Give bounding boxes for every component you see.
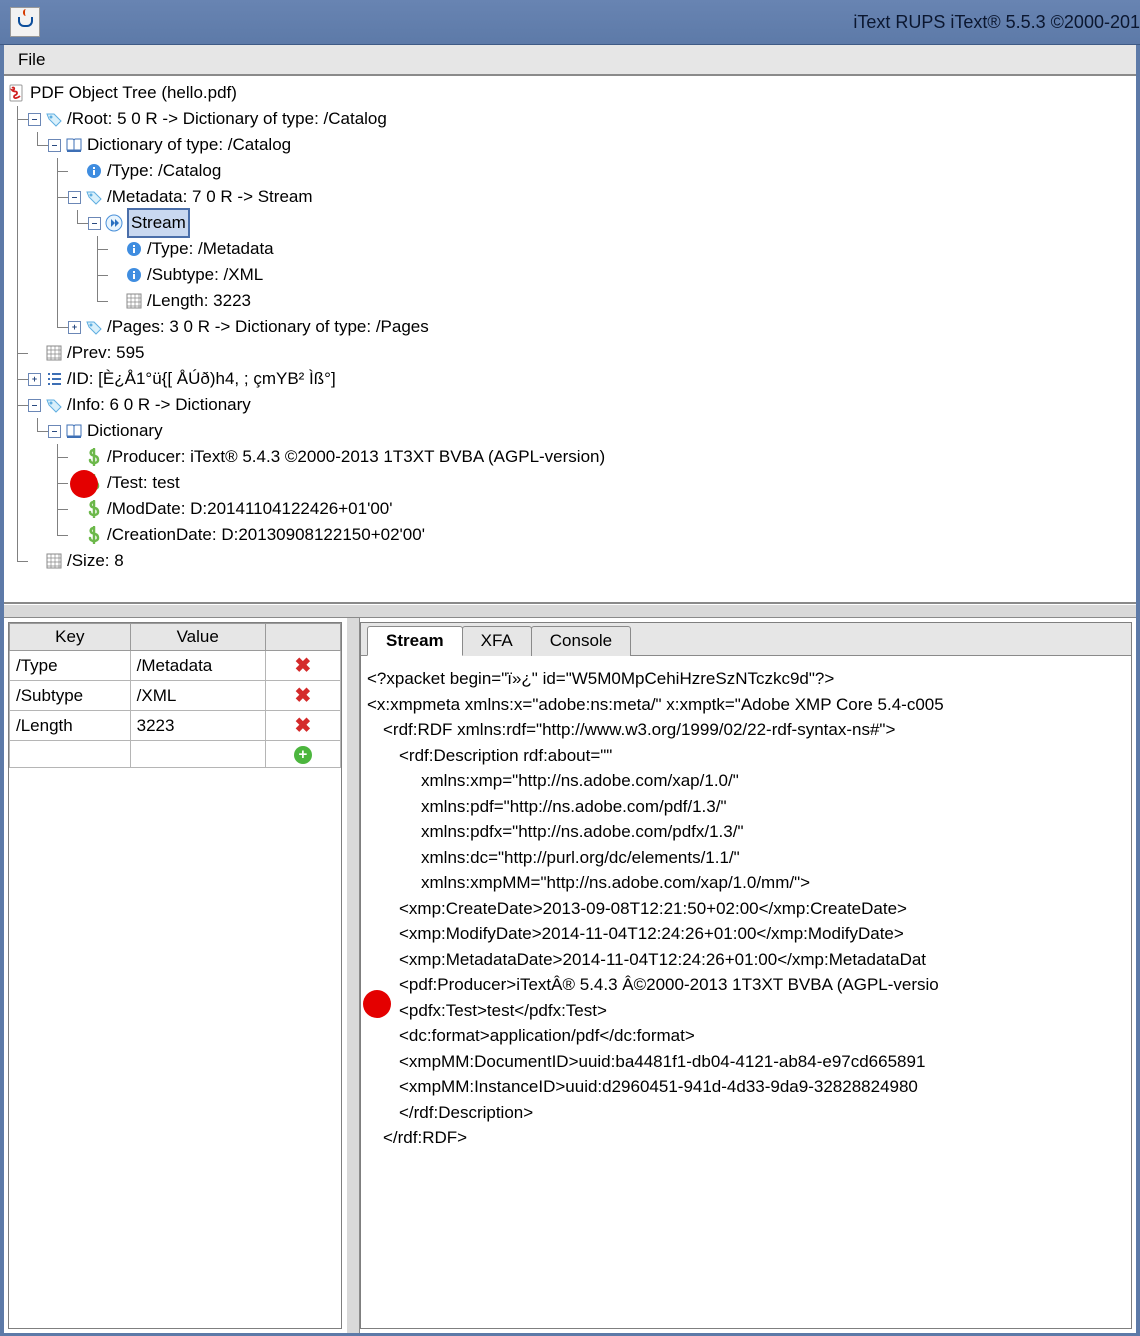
tree-node-moddate[interactable]: /ModDate: D:20141104122426+01'00' [8,496,1132,522]
toggle-icon[interactable] [88,217,101,230]
tree-node-pages-ref[interactable]: + /Pages: 3 0 R -> Dictionary of type: /… [8,314,1132,340]
vertical-splitter[interactable] [346,618,360,1333]
workarea: File PDF Object Tree (hello.pdf) /Root: … [0,45,1140,1336]
stream-line: <pdf:Producer>iTextÂ® 5.4.3 Â©2000-2013 … [367,972,1125,998]
stream-line: xmlns:xmp="http://ns.adobe.com/xap/1.0/" [367,768,1125,794]
stream-line: <xmp:ModifyDate>2014-11-04T12:24:26+01:0… [367,921,1125,947]
horizontal-splitter[interactable] [4,604,1136,618]
col-action [265,624,340,651]
tree-node-info-ref[interactable]: /Info: 6 0 R -> Dictionary [8,392,1132,418]
window-titlebar: iText RUPS iText® 5.5.3 ©2000-201 [0,0,1140,45]
tree-node-root-ref[interactable]: /Root: 5 0 R -> Dictionary of type: /Cat… [8,106,1132,132]
tab-console[interactable]: Console [531,626,631,656]
annotation-dot-icon [363,990,391,1018]
stream-line: xmlns:pdf="http://ns.adobe.com/pdf/1.3/" [367,794,1125,820]
stream-line: xmlns:xmpMM="http://ns.adobe.com/xap/1.0… [367,870,1125,896]
java-icon [10,7,40,37]
delete-icon[interactable]: ✖ [294,715,311,737]
tree-node-info-dict[interactable]: Dictionary [8,418,1132,444]
toggle-icon[interactable]: + [68,321,81,334]
stream-line: </rdf:RDF> [367,1125,1125,1151]
window-title: iText RUPS iText® 5.5.3 ©2000-201 [853,12,1140,33]
stream-line: xmlns:pdfx="http://ns.adobe.com/pdfx/1.3… [367,819,1125,845]
tree-node-catalog-type[interactable]: /Type: /Catalog [8,158,1132,184]
detail-pane: Stream XFA Console <?xpacket begin="ï»¿"… [360,622,1132,1329]
grid-icon [125,292,143,310]
toggle-icon[interactable] [48,139,61,152]
stream-line: <xmp:MetadataDate>2014-11-04T12:24:26+01… [367,947,1125,973]
info-icon [125,266,143,284]
tab-stream[interactable]: Stream [367,626,463,656]
tree-pane[interactable]: PDF Object Tree (hello.pdf) /Root: 5 0 R… [4,76,1136,604]
tree-node-size[interactable]: /Size: 8 [8,548,1132,574]
list-icon [45,370,63,388]
tree-node-stream-type[interactable]: /Type: /Metadata [8,236,1132,262]
table-row[interactable]: /Length 3223 ✖ [10,711,341,741]
pdf-icon [8,84,26,102]
stream-line: <xmpMM:InstanceID>uuid:d2960451-941d-4d3… [367,1074,1125,1100]
menu-file[interactable]: File [10,47,53,73]
tree-node-metadata-ref[interactable]: /Metadata: 7 0 R -> Stream [8,184,1132,210]
tree-node-prev[interactable]: /Prev: 595 [8,340,1132,366]
tag-icon [45,110,63,128]
stream-line: <dc:format>application/pdf</dc:format> [367,1023,1125,1049]
tree-node-creationdate[interactable]: /CreationDate: D:20130908122150+02'00' [8,522,1132,548]
toggle-icon[interactable] [28,399,41,412]
toggle-icon[interactable] [48,425,61,438]
pdf-object-tree: PDF Object Tree (hello.pdf) /Root: 5 0 R… [8,78,1132,574]
tree-node-stream[interactable]: Stream [8,210,1132,236]
stream-line: <pdfx:Test>test</pdfx:Test> [367,998,1125,1024]
tree-root-label: PDF Object Tree (hello.pdf) [30,80,237,106]
delete-icon[interactable]: ✖ [294,685,311,707]
add-icon[interactable]: + [294,746,312,764]
table-row[interactable]: /Type /Metadata ✖ [10,651,341,681]
stream-line: <rdf:Description rdf:about="" [367,743,1125,769]
tree-selected-node: Stream [127,208,190,238]
book-icon [65,422,83,440]
stream-line: <?xpacket begin="ï»¿" id="W5M0MpCehiHzre… [367,666,1125,692]
tree-node-id[interactable]: + /ID: [È¿Å1°ü{[ ÅÚð)h4, ; çmYB² Ìß°] [8,366,1132,392]
toggle-icon[interactable] [68,191,81,204]
book-icon [65,136,83,154]
stream-icon [105,214,123,232]
stream-line: <x:xmpmeta xmlns:x="adobe:ns:meta/" x:xm… [367,692,1125,718]
tab-xfa[interactable]: XFA [462,626,532,656]
toggle-icon[interactable]: + [28,373,41,386]
tree-root[interactable]: PDF Object Tree (hello.pdf) [8,80,1132,106]
grid-icon [45,552,63,570]
tree-node-catalog-dict[interactable]: Dictionary of type: /Catalog [8,132,1132,158]
col-value[interactable]: Value [130,624,265,651]
grid-icon [45,344,63,362]
bottom-pane: Key Value /Type /Metadata ✖ /Subtype /XM… [4,618,1136,1333]
stream-content[interactable]: <?xpacket begin="ï»¿" id="W5M0MpCehiHzre… [361,656,1131,1328]
stream-line: <xmpMM:DocumentID>uuid:ba4481f1-db04-412… [367,1049,1125,1075]
string-icon [85,500,103,518]
table-row[interactable]: /Subtype /XML ✖ [10,681,341,711]
stream-line: </rdf:Description> [367,1100,1125,1126]
col-key[interactable]: Key [10,624,131,651]
delete-icon[interactable]: ✖ [294,655,311,677]
annotation-dot-icon [70,470,98,498]
stream-line: xmlns:dc="http://purl.org/dc/elements/1.… [367,845,1125,871]
tree-node-test[interactable]: /Test: test [8,470,1132,496]
string-icon [85,448,103,466]
tag-icon [45,396,63,414]
tag-icon [85,188,103,206]
info-icon [125,240,143,258]
tag-icon [85,318,103,336]
tabs-row: Stream XFA Console [361,623,1131,656]
string-icon [85,526,103,544]
tree-node-stream-subtype[interactable]: /Subtype: /XML [8,262,1132,288]
stream-line: <rdf:RDF xmlns:rdf="http://www.w3.org/19… [367,717,1125,743]
info-icon [85,162,103,180]
stream-line: <xmp:CreateDate>2013-09-08T12:21:50+02:0… [367,896,1125,922]
menubar: File [4,45,1136,76]
tree-node-producer[interactable]: /Producer: iText® 5.4.3 ©2000-2013 1T3XT… [8,444,1132,470]
tree-node-stream-length[interactable]: /Length: 3223 [8,288,1132,314]
table-row-add[interactable]: + [10,741,341,768]
key-value-table[interactable]: Key Value /Type /Metadata ✖ /Subtype /XM… [8,622,342,1329]
toggle-icon[interactable] [28,113,41,126]
